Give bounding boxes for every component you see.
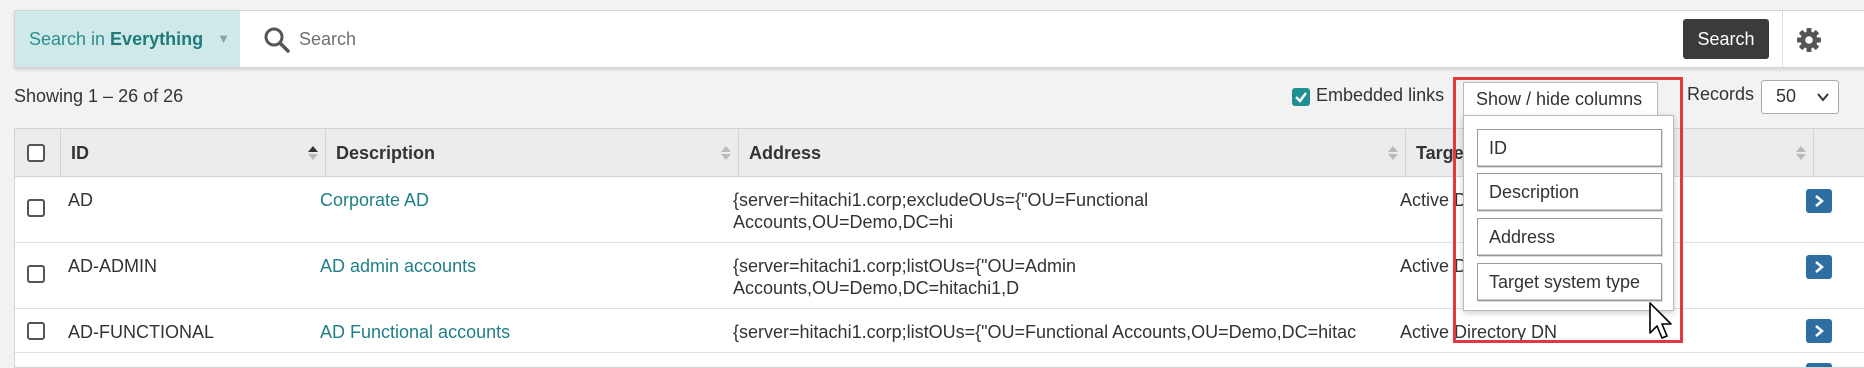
column-toggle-address[interactable]: Address: [1477, 218, 1662, 256]
row-target-type: Active Directory DN: [1400, 322, 1558, 342]
row-open-button[interactable]: [1806, 189, 1832, 213]
row-checkbox[interactable]: [27, 199, 45, 217]
row-target-type: Active D: [1400, 190, 1468, 210]
search-scope-prefix: Search in: [29, 28, 106, 49]
column-header-description[interactable]: Description: [326, 129, 739, 177]
row-description-link[interactable]: AD Functional accounts: [320, 321, 510, 343]
row-description-link[interactable]: AD admin accounts: [320, 255, 476, 277]
search-scope-dropdown[interactable]: Search in Everything ▼: [15, 11, 240, 67]
column-header-address[interactable]: Address: [739, 129, 1406, 177]
column-header-id[interactable]: ID: [61, 129, 326, 177]
row-id: AD: [68, 190, 94, 210]
select-all-cell: [15, 129, 61, 177]
column-toggle-target-system-type[interactable]: Target system type: [1477, 263, 1662, 301]
embedded-links-checkbox[interactable]: [1292, 88, 1310, 106]
column-visibility-menu: ID Description Address Target system typ…: [1463, 115, 1674, 311]
row-address: {server=hitachi1.corp;excludeOUs={"OU=Fu…: [733, 190, 1149, 232]
check-icon: [1295, 92, 1307, 103]
records-label: Records: [1687, 84, 1755, 104]
search-button[interactable]: Search: [1683, 19, 1769, 59]
records-select[interactable]: 50: [1761, 80, 1839, 114]
row-open-button[interactable]: [1806, 255, 1832, 279]
row-description-link[interactable]: Corporate AD: [320, 189, 429, 211]
chevron-down-icon: [1817, 93, 1829, 102]
search-scope-value: Everything: [110, 28, 204, 49]
select-all-checkbox[interactable]: [27, 144, 45, 162]
records-value: 50: [1776, 86, 1797, 106]
row-open-button[interactable]: [1806, 319, 1832, 343]
sort-icon: [1388, 146, 1398, 160]
search-icon: [264, 27, 290, 53]
chevron-right-icon: [1815, 195, 1824, 207]
chevron-right-icon: [1815, 325, 1824, 337]
row-address: {server=hitachi1.corp;listOUs={"OU=Admin…: [733, 256, 1077, 298]
search-input[interactable]: [297, 23, 1677, 55]
column-toggle-id[interactable]: ID: [1477, 129, 1662, 167]
row-address: {server=hitachi1.corp;listOUs={"OU=Funct…: [733, 322, 1357, 342]
search-bar: Search in Everything ▼ Search: [14, 10, 1864, 68]
column-toggle-description[interactable]: Description: [1477, 173, 1662, 211]
sort-ascending-icon: [308, 146, 318, 160]
row-id: AD-ADMIN: [68, 256, 157, 276]
sort-icon: [1796, 146, 1806, 160]
mouse-cursor-icon: [1649, 302, 1672, 339]
chevron-right-icon: [1815, 261, 1824, 273]
sort-icon: [721, 146, 731, 160]
show-hide-columns-button[interactable]: Show / hide columns: [1463, 82, 1658, 116]
row-target-type: Active D: [1400, 256, 1468, 276]
table-row[interactable]: AD-FUNCTIONAL AD Functional accounts {se…: [15, 309, 1864, 353]
row-id: AD-FUNCTIONAL: [68, 322, 215, 342]
results-count: Showing 1 – 26 of 26: [14, 86, 184, 106]
embedded-links-label[interactable]: Embedded links: [1316, 85, 1444, 106]
divider: [1782, 11, 1783, 67]
gear-icon[interactable]: [1795, 26, 1823, 54]
row-checkbox[interactable]: [27, 322, 45, 340]
row-checkbox[interactable]: [27, 265, 45, 283]
caret-down-icon: ▼: [217, 31, 230, 46]
